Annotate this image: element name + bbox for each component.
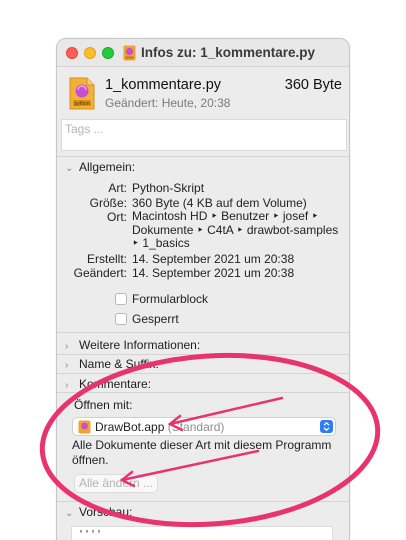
python-file-icon — [123, 45, 136, 61]
divider — [57, 392, 349, 393]
zoom-window-button[interactable] — [102, 47, 114, 59]
section-comments-label: Kommentare: — [79, 377, 152, 391]
tags-field[interactable] — [61, 119, 347, 151]
where-value: Macintosh HD ‣ Benutzer ‣ josef ‣ Dokume… — [132, 209, 339, 251]
section-preview-label: Vorschau: — [79, 505, 133, 519]
locked-checkbox[interactable] — [115, 313, 127, 325]
minimize-window-button[interactable] — [84, 47, 96, 59]
kind-value: Python-Skript — [132, 181, 205, 195]
stationery-label: Formularblock — [132, 292, 209, 306]
chevron-right-icon: › — [65, 360, 69, 371]
stationery-checkbox[interactable] — [115, 293, 127, 305]
chevron-down-icon: ⌄ — [65, 163, 74, 174]
open-with-default-tag: (Standard) — [167, 420, 225, 434]
title-bar[interactable]: Infos zu: 1_kommentare.py — [57, 39, 349, 67]
preview-text: '''' — [78, 529, 103, 540]
section-more-info-toggle[interactable]: › Weitere Informationen: — [65, 338, 200, 352]
size-label: Größe: — [89, 196, 127, 210]
open-with-popup[interactable]: DrawBot.app (Standard) — [72, 417, 336, 436]
created-value: 14. September 2021 um 20:38 — [132, 252, 295, 266]
section-name-ext-toggle[interactable]: › Name & Suffix: — [65, 357, 159, 371]
close-window-button[interactable] — [66, 47, 78, 59]
chevron-down-icon: ⌄ — [65, 508, 74, 519]
section-comments-toggle[interactable]: › Kommentare: — [65, 377, 151, 391]
locked-label: Gesperrt — [132, 312, 179, 326]
modified-summary: Geändert: Heute, 20:38 — [105, 96, 231, 110]
drawbot-app-icon — [78, 420, 91, 434]
info-window: Infos zu: 1_kommentare.py python 1_komme… — [56, 38, 350, 540]
divider — [57, 354, 349, 355]
chevron-right-icon: › — [65, 341, 69, 352]
divider — [57, 332, 349, 333]
where-line: Macintosh HD ‣ Benutzer ‣ josef ‣ — [132, 209, 319, 223]
icon-badge-text: python — [74, 101, 89, 107]
file-header: python 1_kommentare.py 360 Byte Geändert… — [57, 68, 349, 116]
where-line: Dokumente ‣ C4tA ‣ drawbot-samples — [132, 222, 339, 237]
tags-input[interactable] — [65, 122, 335, 136]
popup-arrows-icon — [320, 420, 333, 433]
open-with-description: Alle Dokumente dieser Art mit diesem Pro… — [72, 438, 332, 467]
file-name: 1_kommentare.py — [105, 77, 222, 93]
section-more-info-label: Weitere Informationen: — [79, 338, 201, 352]
divider — [57, 373, 349, 374]
where-line: ‣ 1_basics — [132, 236, 190, 250]
section-general-label: Allgemein: — [79, 160, 136, 174]
change-all-button[interactable]: Alle ändern ... — [74, 474, 158, 493]
section-open-with-label: Öffnen mit: — [74, 398, 133, 412]
kind-label: Art: — [108, 181, 127, 195]
modified-label: Geändert: — [73, 266, 127, 280]
divider — [57, 501, 349, 502]
created-label: Erstellt: — [86, 252, 127, 266]
section-preview-toggle[interactable]: ⌄ Vorschau: — [65, 505, 132, 519]
section-general-toggle[interactable]: ⌄ Allgemein: — [65, 160, 135, 174]
open-with-app-name: DrawBot.app — [95, 420, 165, 434]
window-title: Infos zu: 1_kommentare.py — [141, 45, 316, 60]
size-value: 360 Byte (4 KB auf dem Volume) — [132, 196, 307, 210]
python-file-icon: python — [69, 77, 95, 110]
where-label: Ort: — [107, 210, 127, 224]
preview-area: '''' — [71, 526, 333, 540]
modified-value: 14. September 2021 um 20:38 — [132, 266, 295, 280]
file-size: 360 Byte — [284, 77, 342, 93]
divider — [57, 156, 349, 157]
chevron-right-icon: › — [65, 380, 69, 391]
section-name-ext-label: Name & Suffix: — [79, 357, 159, 371]
